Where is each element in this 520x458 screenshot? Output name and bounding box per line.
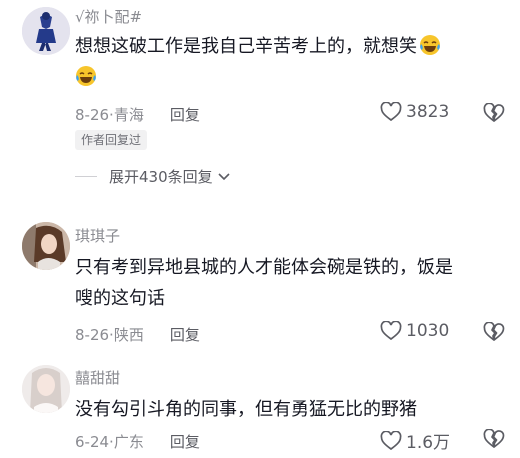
username[interactable]: 囍甜甜	[75, 367, 120, 388]
comment-date: 8-26	[75, 325, 110, 344]
comment-date: 8-26	[75, 105, 110, 124]
comment-meta: 6-24 · 广东 回复	[75, 431, 200, 452]
username[interactable]: 琪琪子	[75, 225, 120, 246]
heart-icon	[380, 430, 402, 450]
heart-icon	[380, 102, 402, 122]
comment-date: 6-24	[75, 432, 110, 451]
expand-replies-button[interactable]: 展开430条回复	[75, 166, 231, 187]
like-count: 3823	[406, 102, 450, 122]
reply-button[interactable]: 回复	[170, 324, 200, 345]
comment-text-line: 嗖的这句话	[75, 288, 165, 309]
comment-text	[75, 62, 500, 93]
comment-location: 陕西	[113, 326, 144, 344]
chevron-down-icon	[218, 172, 230, 180]
comment-location: 广东	[113, 433, 144, 451]
comment-text: 想想这破工作是我自己辛苦考上的，就想笑	[75, 31, 500, 62]
reply-button[interactable]: 回复	[170, 104, 200, 125]
expand-replies-label: 展开430条回复	[109, 168, 213, 186]
reply-button[interactable]: 回复	[170, 431, 200, 452]
dislike-button[interactable]	[483, 102, 505, 127]
dislike-button[interactable]	[483, 428, 505, 453]
comment-meta: 8-26 · 青海 回复	[75, 104, 200, 125]
comment-text: 只有考到异地县城的人才能体会碗是铁的，饭是 嗖的这句话	[75, 252, 500, 314]
author-replied-badge: 作者回复过	[75, 130, 148, 150]
like-count: 1030	[406, 321, 450, 341]
comment-meta: 8-26 · 陕西 回复	[75, 324, 200, 345]
divider-line	[75, 176, 97, 177]
comment-text-line: 想想这破工作是我自己辛苦考上的，就想笑	[75, 36, 417, 57]
avatar[interactable]	[22, 7, 70, 55]
avatar[interactable]	[22, 365, 70, 413]
broken-heart-icon	[483, 428, 505, 448]
like-count: 1.6万	[406, 433, 451, 453]
broken-heart-icon	[483, 102, 505, 122]
like-button[interactable]: 1030	[380, 321, 449, 341]
comment-location: 青海	[113, 106, 144, 124]
comment-text-line: 没有勾引斗角的同事，但有勇猛无比的野猪	[75, 399, 417, 420]
laughing-crying-emoji-icon	[75, 65, 97, 87]
like-button[interactable]: 1.6万	[380, 428, 450, 453]
like-button[interactable]: 3823	[380, 102, 449, 122]
avatar[interactable]	[22, 222, 70, 270]
heart-icon	[380, 321, 402, 341]
username[interactable]: √祢卜配#	[75, 6, 142, 27]
comment-text-line: 只有考到异地县城的人才能体会碗是铁的，饭是	[75, 257, 453, 278]
laughing-crying-emoji-icon	[419, 34, 441, 56]
comment-text: 没有勾引斗角的同事，但有勇猛无比的野猪	[75, 394, 500, 425]
broken-heart-icon	[483, 321, 505, 341]
dislike-button[interactable]	[483, 321, 505, 346]
